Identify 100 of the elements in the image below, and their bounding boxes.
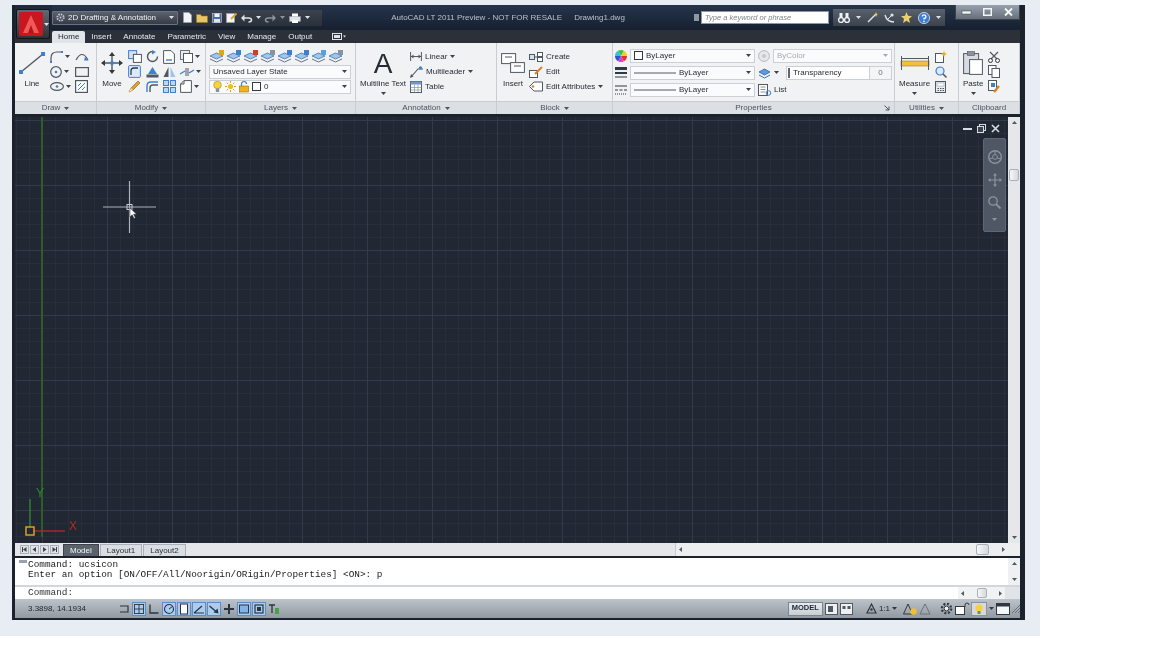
tee-icon[interactable] — [267, 601, 281, 616]
right-arrow-icon[interactable] — [999, 590, 1002, 596]
caret-icon[interactable] — [444, 106, 450, 110]
window-icon[interactable] — [996, 602, 1010, 615]
caret-icon[interactable] — [195, 55, 200, 58]
binoculars-icon[interactable] — [838, 12, 850, 23]
caret-icon[interactable] — [936, 16, 941, 19]
app-menu-button[interactable] — [16, 9, 50, 39]
ribbon-tab[interactable]: Insert — [85, 31, 118, 43]
multiline-text-button[interactable]: A Multiline Text — [358, 47, 409, 101]
offset-curves-icon[interactable] — [146, 80, 159, 93]
folder-icon[interactable] — [196, 12, 208, 23]
caret-icon[interactable] — [65, 55, 70, 58]
next-arrow-icon[interactable] — [40, 545, 49, 554]
redo-icon[interactable] — [265, 13, 276, 22]
caret-icon[interactable] — [280, 16, 285, 19]
page-icon[interactable] — [177, 601, 191, 616]
minimize-icon[interactable] — [963, 127, 972, 130]
up-arrow-icon[interactable] — [1011, 121, 1017, 124]
caret-icon[interactable] — [196, 70, 201, 73]
stamp-icon[interactable] — [146, 65, 159, 78]
move-button[interactable]: Move — [99, 47, 125, 101]
rectangle-icon[interactable] — [75, 66, 89, 77]
layer-stack-icon[interactable] — [294, 50, 309, 63]
plus-icon[interactable] — [222, 601, 236, 616]
ribbon-tab[interactable]: Output — [282, 31, 319, 43]
grid-icon[interactable] — [132, 601, 146, 616]
ribbon-tab[interactable]: Parametric — [161, 31, 213, 43]
magnifier-icon[interactable] — [935, 65, 948, 78]
layer-state-dropdown[interactable]: Unsaved Layer State — [209, 64, 351, 79]
color-dropdown[interactable]: ByLayer — [630, 48, 755, 63]
caret-icon[interactable] — [66, 85, 71, 88]
page-pencil-icon[interactable] — [226, 12, 237, 23]
workspace-dropdown[interactable]: 2D Drafting & Annotation — [52, 10, 178, 25]
line-button[interactable]: Line — [17, 47, 47, 101]
caret-icon[interactable] — [856, 16, 861, 19]
scrollbar-thumb[interactable] — [976, 588, 987, 598]
layer-stack-icon[interactable] — [277, 50, 292, 63]
right-arrow-icon[interactable] — [1002, 547, 1005, 552]
first-arrow-icon[interactable] — [20, 545, 29, 554]
tool-button[interactable]: Table — [410, 79, 474, 94]
ellipse-icon[interactable] — [50, 82, 64, 91]
caret-icon[interactable] — [989, 607, 994, 610]
layer-stack-icon[interactable] — [243, 50, 258, 63]
tool-button[interactable]: Multileader — [410, 64, 474, 79]
layer-stack-icon[interactable] — [328, 50, 343, 63]
tool-button[interactable]: Edit Attributes — [529, 79, 604, 94]
caret-icon[interactable] — [64, 106, 70, 110]
caret-icon[interactable] — [292, 106, 297, 110]
measure-button[interactable]: Measure — [897, 47, 933, 101]
grip-handle-icon[interactable] — [19, 560, 27, 563]
layout-pages-icon[interactable] — [839, 602, 853, 615]
layout-page-icon[interactable] — [824, 602, 838, 615]
scrollbar-thumb[interactable] — [976, 544, 989, 555]
curved-arrow-icon[interactable] — [75, 52, 89, 61]
magic-wand-icon[interactable] — [867, 12, 878, 23]
horizontal-scrollbar[interactable] — [958, 587, 1005, 599]
array-grid-icon[interactable] — [163, 80, 176, 93]
ribbon-tab[interactable]: View — [212, 31, 242, 43]
tool-button[interactable]: Edit — [529, 64, 604, 79]
vertical-scrollbar[interactable] — [1008, 117, 1020, 543]
tool-button[interactable]: Create — [529, 49, 604, 64]
paste-button[interactable]: Paste — [961, 47, 986, 101]
folded-page-icon[interactable] — [180, 80, 192, 93]
ribbon-tab[interactable]: Manage — [241, 31, 283, 43]
command-input-field[interactable]: Command: — [15, 587, 958, 599]
help-icon[interactable] — [918, 11, 930, 24]
layer-dropdown[interactable]: 0 — [209, 79, 351, 94]
caret-icon[interactable] — [938, 106, 944, 110]
horizontal-scrollbar[interactable] — [675, 543, 1020, 556]
tool-button[interactable]: Linear — [410, 49, 474, 64]
maximize-icon[interactable] — [983, 8, 992, 16]
dish-icon[interactable] — [884, 12, 895, 23]
caret-icon[interactable] — [64, 70, 69, 73]
ribbon-tab[interactable]: Home — [52, 31, 86, 43]
rounded-corner-icon[interactable] — [128, 65, 141, 78]
window-lock-icon[interactable] — [955, 602, 969, 615]
layout-tab[interactable]: Model — [63, 544, 99, 556]
color-wheel-icon[interactable] — [615, 49, 627, 62]
vertical-scrollbar[interactable] — [1008, 558, 1020, 585]
transparency-slider[interactable]: Transparency — [786, 65, 870, 80]
two-pages-icon[interactable] — [988, 65, 1001, 78]
last-arrow-icon[interactable] — [50, 545, 59, 554]
undo-icon[interactable] — [241, 13, 252, 22]
printer-icon[interactable] — [289, 12, 301, 23]
launcher-arrow-icon[interactable] — [884, 105, 890, 111]
calculator-icon[interactable] — [935, 80, 947, 93]
down-arrow-icon[interactable] — [1011, 578, 1017, 581]
caret-icon[interactable] — [256, 16, 261, 19]
caret-icon[interactable] — [305, 16, 310, 19]
linetype-dropdown[interactable]: ByLayer — [630, 82, 755, 97]
scrollbar-thumb[interactable] — [1009, 169, 1019, 181]
layout-tab[interactable]: Layout1 — [99, 544, 143, 556]
down-arrow-icon[interactable] — [1011, 536, 1017, 539]
layer-stack-icon[interactable] — [260, 50, 275, 63]
up-arrow-icon[interactable] — [1011, 562, 1017, 565]
hatch-icon[interactable] — [75, 80, 88, 93]
star-page-icon[interactable] — [935, 50, 948, 63]
gear-icon[interactable] — [940, 602, 953, 615]
transparency-value-field[interactable]: 0 — [870, 65, 892, 80]
